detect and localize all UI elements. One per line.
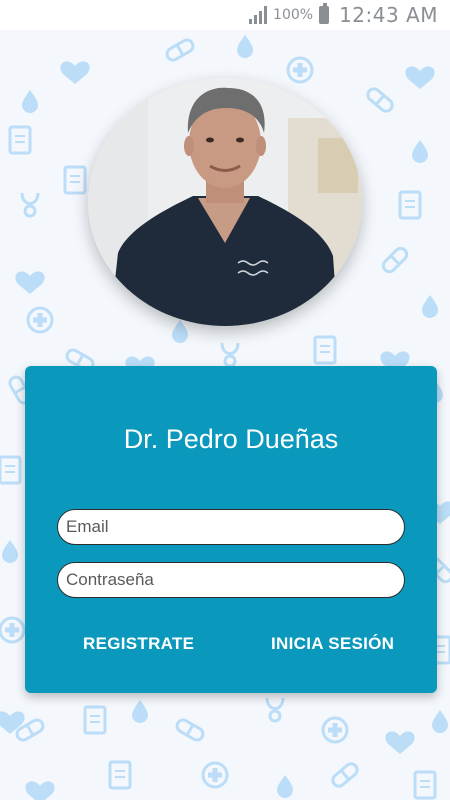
email-input[interactable] (57, 509, 405, 545)
doctor-name-title: Dr. Pedro Dueñas (123, 424, 339, 454)
status-clock: 12:43 AM (339, 3, 438, 27)
battery-percent: 100% (273, 7, 314, 23)
password-input[interactable] (57, 562, 405, 598)
login-card: Dr. Pedro Dueñas REGISTRATE INICIA SESIÓ… (25, 366, 437, 693)
doctor-portrait-image (88, 78, 362, 326)
signal-icon (249, 6, 268, 24)
status-bar: 100% 12:43 AM (0, 0, 450, 30)
login-button[interactable]: INICIA SESIÓN (267, 628, 398, 660)
doctor-avatar (88, 78, 362, 326)
battery-icon (319, 3, 330, 24)
register-button[interactable]: REGISTRATE (79, 628, 198, 660)
